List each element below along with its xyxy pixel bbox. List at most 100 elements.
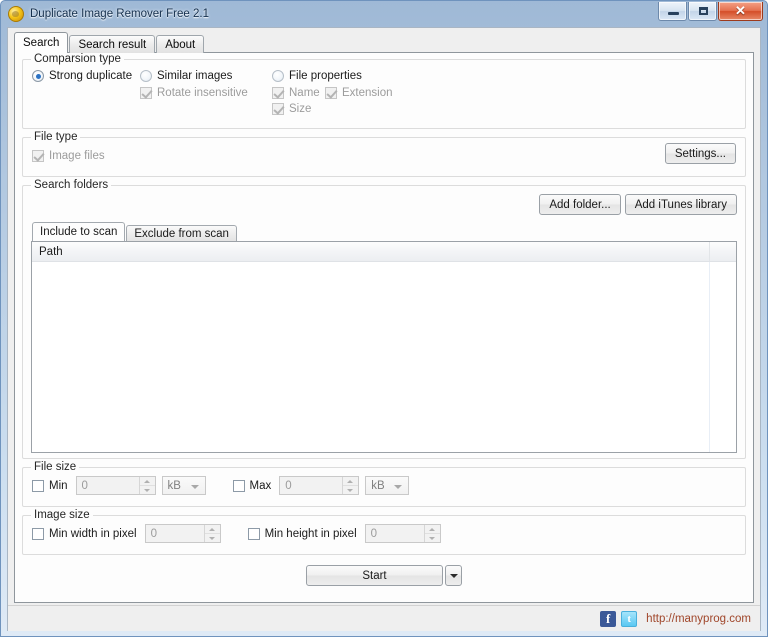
min-height-value: 0 bbox=[366, 525, 424, 542]
chevron-down-icon bbox=[191, 485, 199, 489]
checkbox-name[interactable]: Name bbox=[272, 87, 325, 99]
comparison-suboptions-row-1: Rotate insensitive Name Extension bbox=[32, 87, 736, 99]
radio-similar-images-label: Similar images bbox=[157, 70, 232, 82]
subtab-include-to-scan[interactable]: Include to scan bbox=[32, 222, 125, 241]
radio-similar-images-icon bbox=[140, 70, 152, 82]
start-button[interactable]: Start bbox=[306, 565, 443, 586]
max-file-size-value: 0 bbox=[280, 477, 342, 494]
checkbox-min-file-size[interactable]: Min bbox=[32, 480, 68, 492]
minimize-button[interactable] bbox=[658, 2, 687, 21]
min-file-size-unit-select[interactable]: kB bbox=[162, 476, 206, 495]
comparison-type-group: Comparsion type Strong duplicate Similar… bbox=[22, 59, 746, 129]
min-height-input[interactable]: 0 bbox=[365, 524, 441, 543]
checkbox-extension[interactable]: Extension bbox=[325, 87, 393, 99]
file-size-group: File size Min 0 bbox=[22, 467, 746, 507]
settings-button-label: Settings... bbox=[675, 148, 726, 160]
comparison-type-caption: Comparsion type bbox=[31, 53, 124, 65]
checkbox-min-file-size-icon bbox=[32, 480, 44, 492]
min-width-input[interactable]: 0 bbox=[145, 524, 221, 543]
image-size-group: Image size Min width in pixel 0 bbox=[22, 515, 746, 555]
min-height-decrement-icon[interactable] bbox=[425, 534, 440, 542]
folder-listview[interactable]: Path bbox=[31, 241, 737, 453]
checkbox-size-label: Size bbox=[289, 103, 311, 115]
search-folders-caption: Search folders bbox=[31, 179, 111, 191]
file-size-row: Min 0 kB bbox=[32, 476, 736, 495]
checkbox-min-height[interactable]: Min height in pixel bbox=[248, 528, 357, 540]
start-dropdown-button[interactable] bbox=[445, 565, 462, 586]
file-type-caption: File type bbox=[31, 131, 80, 143]
maximize-button[interactable] bbox=[688, 2, 717, 21]
radio-file-properties[interactable]: File properties bbox=[272, 70, 362, 82]
tab-about[interactable]: About bbox=[156, 35, 204, 53]
listview-body[interactable] bbox=[32, 262, 736, 452]
max-file-size-spinner[interactable] bbox=[342, 477, 358, 494]
min-width-value: 0 bbox=[146, 525, 204, 542]
max-file-size-decrement-icon[interactable] bbox=[343, 486, 358, 494]
app-icon bbox=[8, 6, 24, 22]
checkbox-min-width[interactable]: Min width in pixel bbox=[32, 528, 137, 540]
checkbox-size[interactable]: Size bbox=[272, 103, 311, 115]
checkbox-max-file-size[interactable]: Max bbox=[233, 480, 272, 492]
min-width-decrement-icon[interactable] bbox=[205, 534, 220, 542]
close-icon: ✕ bbox=[719, 2, 762, 20]
min-height-spinner[interactable] bbox=[424, 525, 440, 542]
tab-search-label: Search bbox=[23, 37, 59, 49]
tab-search-result-label: Search result bbox=[78, 39, 146, 51]
image-size-caption: Image size bbox=[31, 509, 93, 521]
min-height-increment-icon[interactable] bbox=[425, 525, 440, 534]
radio-strong-duplicate[interactable]: Strong duplicate bbox=[32, 70, 140, 82]
checkbox-size-icon bbox=[272, 103, 284, 115]
max-file-size-input[interactable]: 0 bbox=[279, 476, 359, 495]
tab-search-result[interactable]: Search result bbox=[69, 35, 155, 53]
min-file-size-input[interactable]: 0 bbox=[76, 476, 156, 495]
subtab-include-to-scan-label: Include to scan bbox=[40, 226, 117, 238]
checkbox-extension-label: Extension bbox=[342, 87, 393, 99]
column-header-path-label: Path bbox=[39, 246, 63, 258]
checkbox-name-label: Name bbox=[289, 87, 320, 99]
checkbox-image-files-icon bbox=[32, 150, 44, 162]
radio-file-properties-icon bbox=[272, 70, 284, 82]
checkbox-rotate-insensitive[interactable]: Rotate insensitive bbox=[140, 87, 272, 99]
checkbox-min-width-icon bbox=[32, 528, 44, 540]
radio-similar-images[interactable]: Similar images bbox=[140, 70, 272, 82]
min-file-size-spinner[interactable] bbox=[139, 477, 155, 494]
checkbox-rotate-insensitive-label: Rotate insensitive bbox=[157, 87, 248, 99]
min-file-size-increment-icon[interactable] bbox=[140, 477, 155, 486]
checkbox-image-files[interactable]: Image files bbox=[32, 150, 105, 162]
subtab-exclude-from-scan[interactable]: Exclude from scan bbox=[126, 225, 237, 241]
tab-about-label: About bbox=[165, 39, 195, 51]
max-file-size-unit-value: kB bbox=[371, 480, 384, 492]
close-button[interactable]: ✕ bbox=[718, 2, 763, 21]
checkbox-min-width-label: Min width in pixel bbox=[49, 528, 137, 540]
checkbox-name-icon bbox=[272, 87, 284, 99]
listview-header: Path bbox=[32, 242, 736, 262]
max-file-size-unit-select[interactable]: kB bbox=[365, 476, 409, 495]
facebook-icon[interactable]: f bbox=[600, 611, 616, 627]
min-width-increment-icon[interactable] bbox=[205, 525, 220, 534]
twitter-icon[interactable]: t bbox=[621, 611, 637, 627]
add-folder-button[interactable]: Add folder... bbox=[539, 194, 620, 215]
min-width-spinner[interactable] bbox=[204, 525, 220, 542]
checkbox-max-file-size-icon bbox=[233, 480, 245, 492]
subtab-exclude-from-scan-label: Exclude from scan bbox=[134, 228, 229, 240]
settings-button[interactable]: Settings... bbox=[665, 143, 736, 164]
min-file-size-decrement-icon[interactable] bbox=[140, 486, 155, 494]
application-window: Duplicate Image Remover Free 2.1 ✕ Searc… bbox=[0, 0, 768, 637]
checkbox-min-height-icon bbox=[248, 528, 260, 540]
checkbox-rotate-insensitive-icon bbox=[140, 87, 152, 99]
title-bar: Duplicate Image Remover Free 2.1 ✕ bbox=[1, 1, 767, 27]
folder-subtabs: Include to scan Exclude from scan bbox=[32, 222, 737, 241]
add-itunes-library-button[interactable]: Add iTunes library bbox=[625, 194, 737, 215]
window-title: Duplicate Image Remover Free 2.1 bbox=[30, 8, 209, 20]
file-size-caption: File size bbox=[31, 461, 79, 473]
listview-column-divider bbox=[709, 262, 710, 452]
column-header-spacer bbox=[710, 242, 736, 261]
comparison-options-row: Strong duplicate Similar images File pro… bbox=[32, 70, 736, 82]
tab-search[interactable]: Search bbox=[14, 32, 68, 53]
file-type-row: Image files Settings... bbox=[32, 147, 736, 164]
image-size-row: Min width in pixel 0 bbox=[32, 524, 736, 543]
checkbox-image-files-label: Image files bbox=[49, 150, 105, 162]
max-file-size-increment-icon[interactable] bbox=[343, 477, 358, 486]
website-link[interactable]: http://manyprog.com bbox=[646, 613, 751, 625]
column-header-path[interactable]: Path bbox=[32, 242, 710, 261]
